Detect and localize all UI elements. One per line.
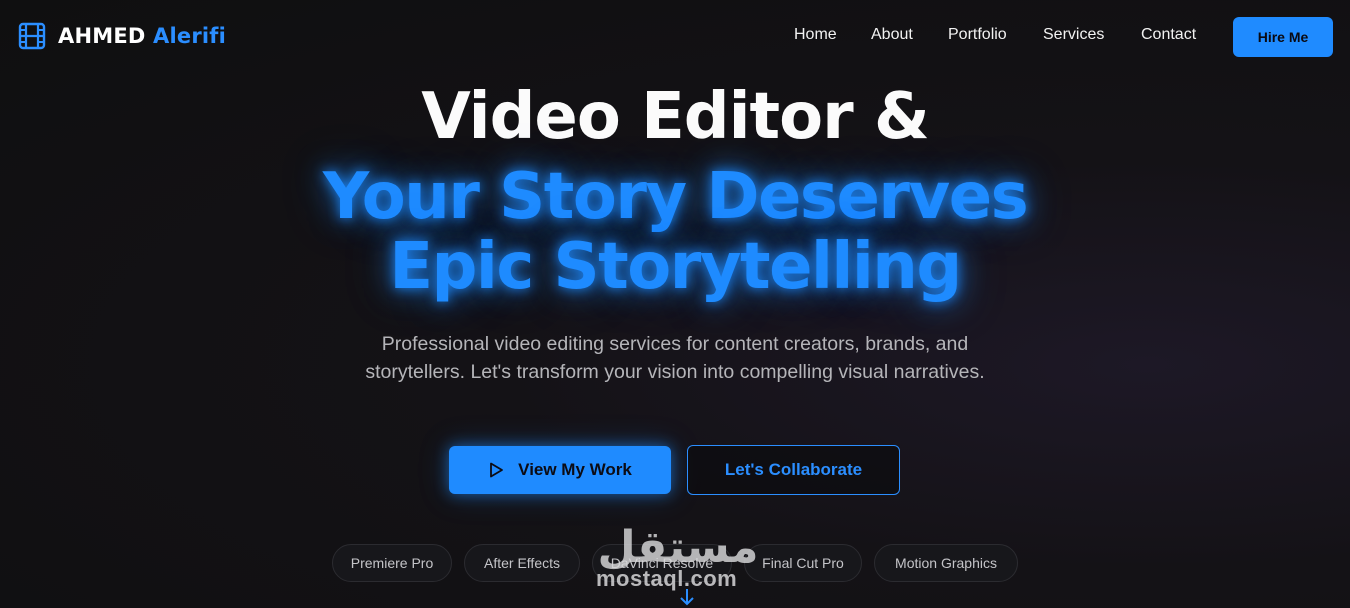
hero-subtitle: Professional video editing services for …	[365, 333, 985, 383]
skill-chip: Premiere Pro	[332, 544, 452, 582]
view-my-work-label: View My Work	[518, 460, 632, 479]
play-icon	[490, 462, 504, 478]
skill-chip: Motion Graphics	[874, 544, 1018, 582]
hero-title-highlight-1: Your Story Deserves	[322, 160, 1029, 234]
skill-chip: After Effects	[464, 544, 580, 582]
lets-collaborate-button[interactable]: Let's Collaborate	[687, 445, 900, 495]
skill-chip: Final Cut Pro	[744, 544, 862, 582]
brand-logo[interactable]: AHMED Alerifi	[18, 22, 226, 50]
navbar: AHMED Alerifi Home About Portfolio Servi…	[0, 0, 1350, 76]
hero-title: Video Editor &	[421, 80, 930, 154]
nav-link-portfolio[interactable]: Portfolio	[948, 26, 1007, 44]
brand-name: AHMED Alerifi	[58, 24, 226, 48]
nav-link-home[interactable]: Home	[794, 26, 837, 44]
watermark-text: mostaql.com	[596, 566, 738, 591]
nav-link-contact[interactable]: Contact	[1141, 26, 1196, 44]
film-icon	[18, 22, 46, 50]
nav-link-services[interactable]: Services	[1043, 26, 1104, 44]
arrow-down-icon[interactable]	[679, 588, 695, 606]
brand-first-name: AHMED	[58, 24, 146, 48]
view-my-work-button[interactable]: View My Work	[449, 446, 671, 494]
hero-title-highlight-2: Epic Storytelling	[389, 230, 962, 304]
hire-me-button[interactable]: Hire Me	[1233, 17, 1333, 57]
nav-link-about[interactable]: About	[871, 26, 913, 44]
brand-last-name: Alerifi	[153, 24, 227, 48]
